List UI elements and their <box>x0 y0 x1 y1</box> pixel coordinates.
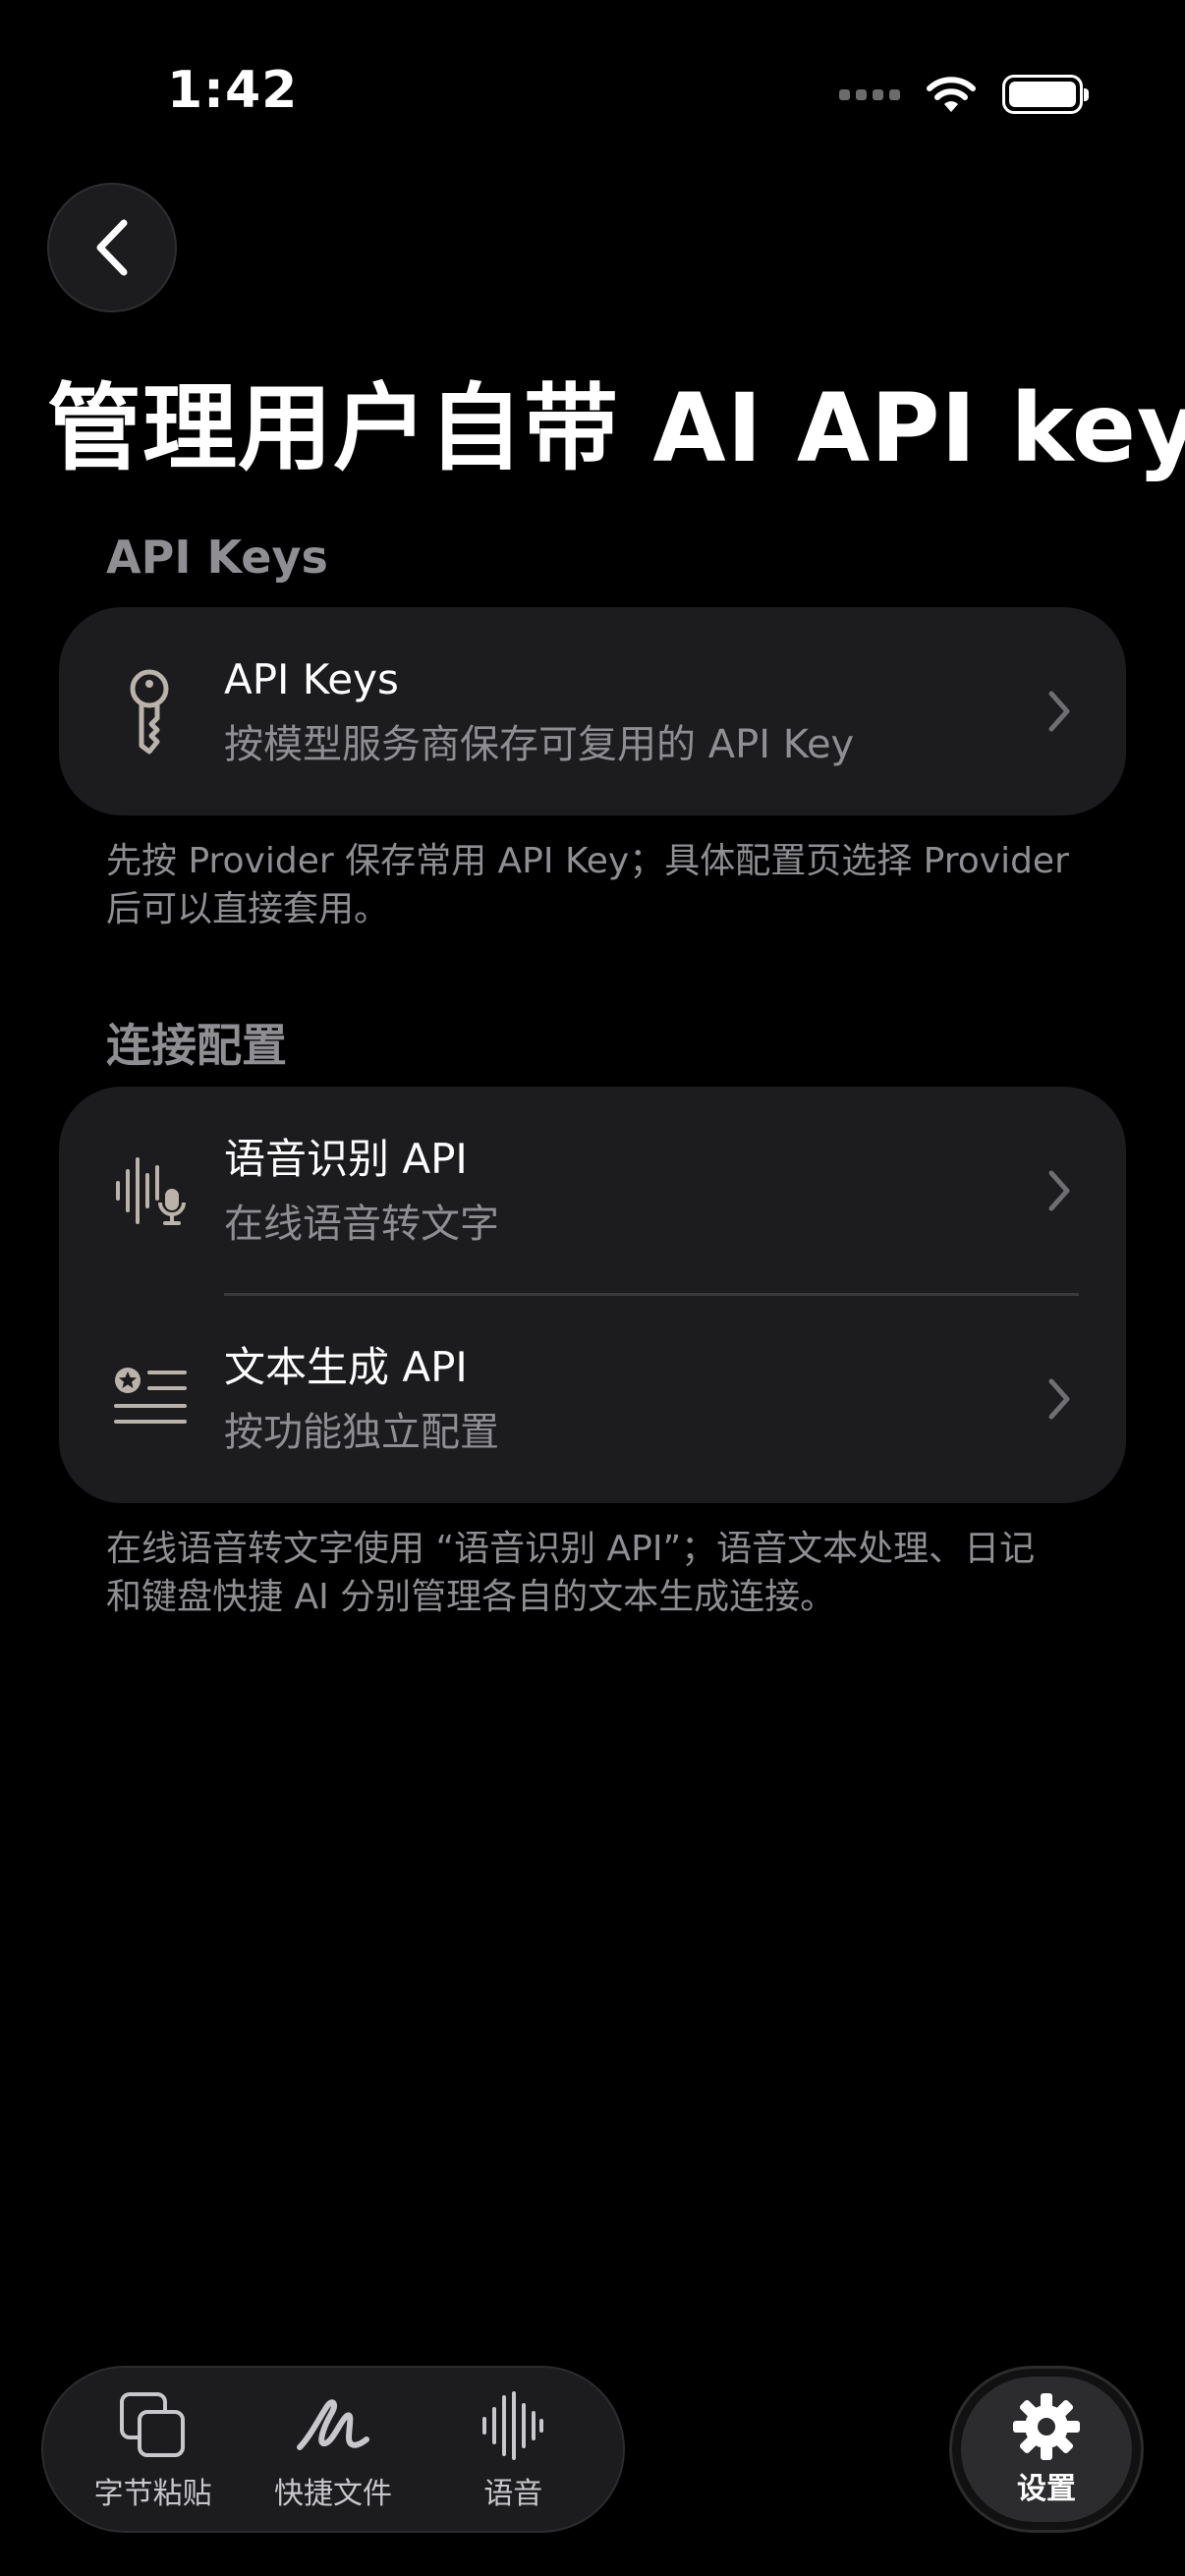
battery-icon <box>1002 75 1089 114</box>
section-header-api-keys: API Keys <box>106 531 328 584</box>
api-keys-card: API Keys 按模型服务商保存可复用的 API Key <box>59 607 1126 815</box>
tab-settings-selected: 设置 <box>961 2377 1132 2522</box>
text-badge-star-icon <box>102 1350 200 1448</box>
row-api-keys[interactable]: API Keys 按模型服务商保存可复用的 API Key <box>59 607 1126 815</box>
chevron-right-icon <box>1048 1378 1070 1420</box>
waveform-mic-icon <box>102 1142 200 1240</box>
tab-label: 字节粘贴 <box>93 2477 212 2511</box>
tab-settings[interactable]: 设置 <box>949 2366 1144 2533</box>
key-icon <box>102 662 200 760</box>
screen: 1:42 管理用户自带 AI API key API Keys API Keys… <box>0 0 1185 2576</box>
row-title: API Keys <box>224 655 399 703</box>
row-title: 文本生成 API <box>224 1343 468 1391</box>
tab-byte-paste[interactable]: 字节粘贴 <box>70 2386 237 2512</box>
tab-label: 设置 <box>1017 2472 1076 2506</box>
scribble-icon <box>294 2386 372 2465</box>
tab-voice[interactable]: 语音 <box>429 2386 596 2512</box>
connection-card: 语音识别 API 在线语音转文字 文本生成 API 按功能独立配置 <box>59 1087 1126 1503</box>
row-subtitle: 按模型服务商保存可复用的 API Key <box>224 722 855 767</box>
waveform-icon <box>474 2386 552 2465</box>
gear-icon <box>1013 2393 1080 2460</box>
cellular-signal-icon <box>839 88 900 100</box>
tab-label: 快捷文件 <box>273 2477 392 2511</box>
row-title: 语音识别 API <box>224 1135 468 1183</box>
tab-quick-files[interactable]: 快捷文件 <box>250 2386 417 2512</box>
status-time: 1:42 <box>167 61 299 120</box>
row-text-generation-api[interactable]: 文本生成 API 按功能独立配置 <box>59 1295 1126 1503</box>
footnote-api-keys: 先按 Provider 保存常用 API Key；具体配置页选择 Provide… <box>106 841 1069 929</box>
tab-label: 语音 <box>483 2477 543 2511</box>
chevron-right-icon <box>1048 1170 1070 1211</box>
back-button[interactable] <box>47 183 177 312</box>
chevron-right-icon <box>1048 691 1070 732</box>
wifi-icon <box>927 77 976 112</box>
row-speech-recognition-api[interactable]: 语音识别 API 在线语音转文字 <box>59 1087 1126 1295</box>
row-subtitle: 在线语音转文字 <box>224 1202 499 1247</box>
page-title: 管理用户自带 AI API key <box>47 373 1185 483</box>
footnote-connection: 在线语音转文字使用 “语音识别 API”；语音文本处理、日记和键盘快捷 AI 分… <box>106 1529 1036 1617</box>
copy-icon <box>114 2386 193 2465</box>
status-indicators <box>839 75 1089 114</box>
chevron-left-icon <box>96 219 128 276</box>
tab-bar: 字节粘贴 快捷文件 语音 <box>41 2366 625 2533</box>
section-header-connection: 连接配置 <box>106 1019 287 1072</box>
row-subtitle: 按功能独立配置 <box>224 1410 499 1455</box>
